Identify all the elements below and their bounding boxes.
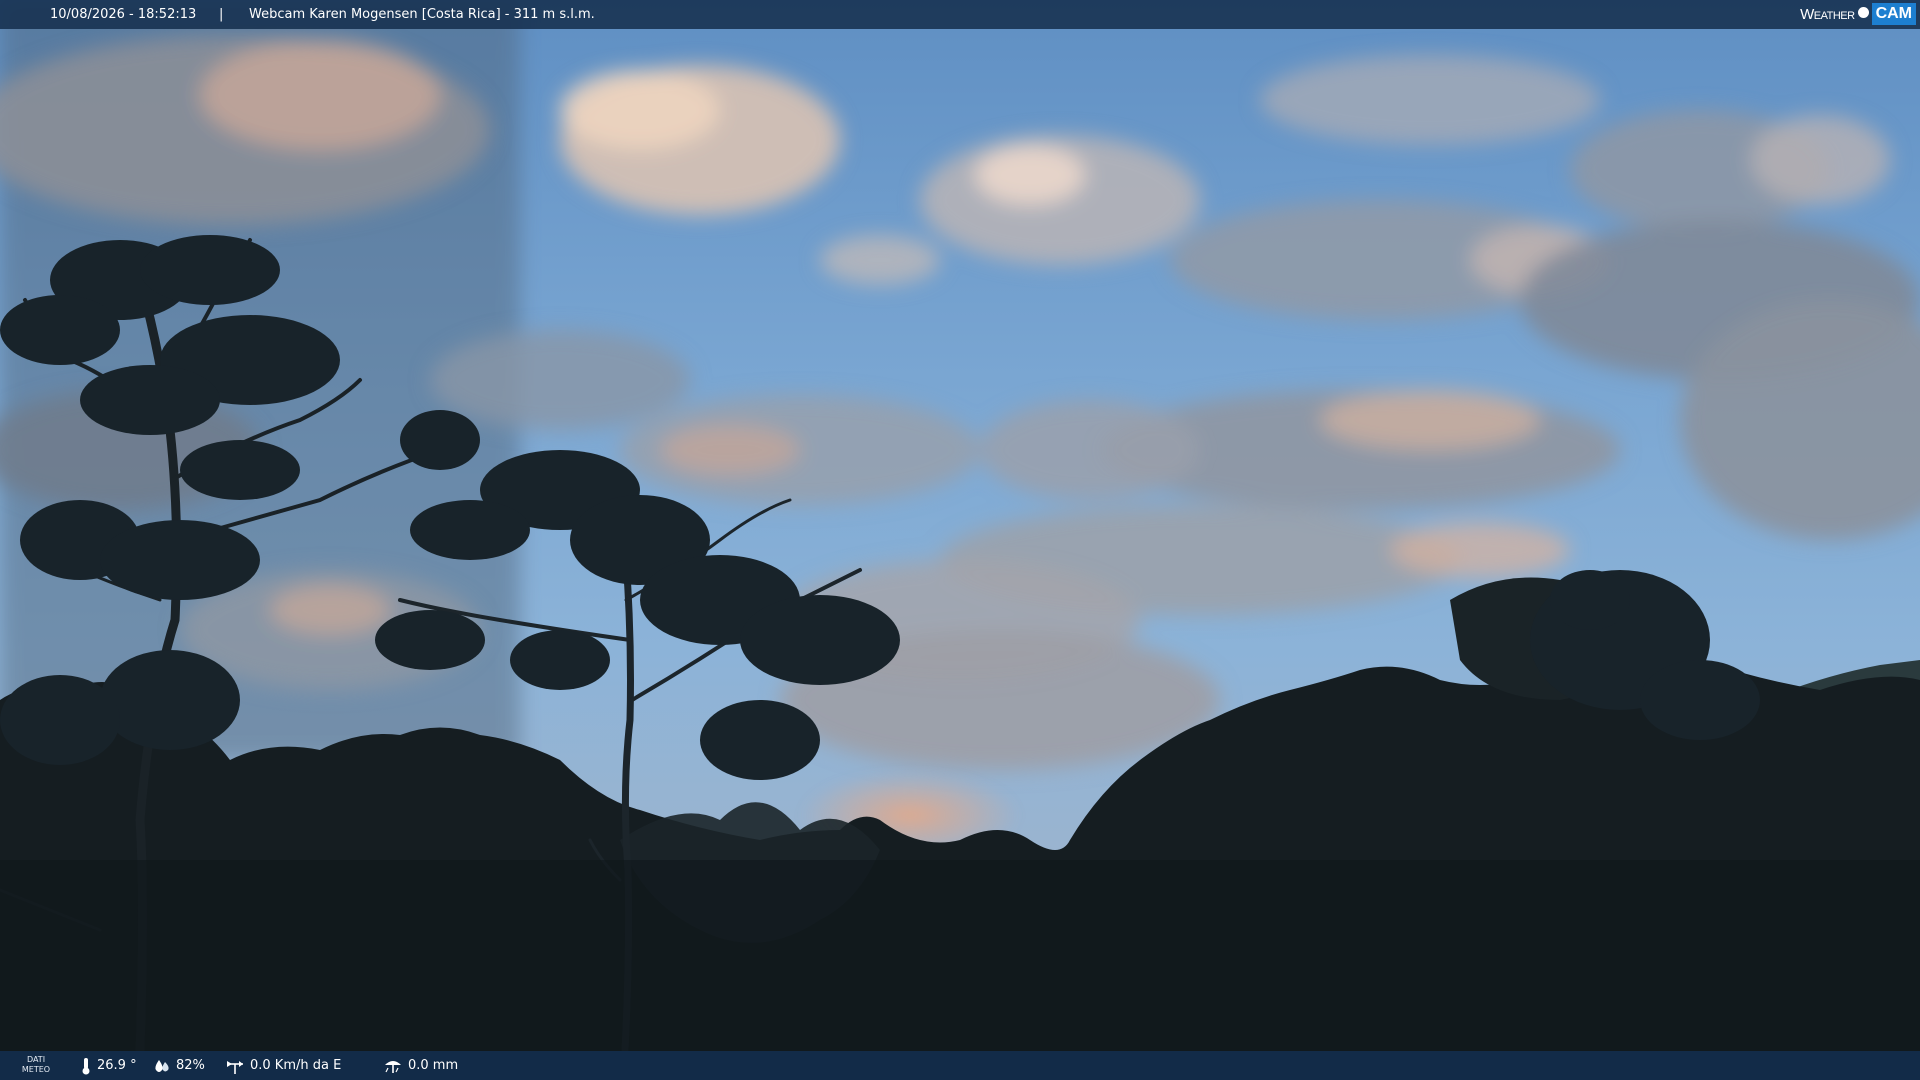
- humidity-reading: 82%: [153, 1051, 205, 1080]
- weathercam-logo[interactable]: Weather CAM: [1800, 3, 1916, 25]
- weather-label-line2: METEO: [21, 1065, 51, 1074]
- webcam-frame: 10/08/2026 - 18:52:13 | Webcam Karen Mog…: [0, 0, 1920, 1080]
- wind-value: 0.0 Km/h da E: [250, 1058, 342, 1073]
- rain-reading: 0.0 mm: [383, 1051, 458, 1080]
- wind-vane-icon: [227, 1060, 243, 1074]
- brand-word: Weather: [1800, 5, 1855, 23]
- wind-reading: 0.0 Km/h da E: [225, 1051, 341, 1080]
- rain-value: 0.0 mm: [408, 1058, 459, 1073]
- temperature-value: 26.9 °: [97, 1058, 137, 1073]
- rain-gauge-icon: [385, 1060, 401, 1073]
- weather-section-label: DATI METEO: [20, 1055, 52, 1075]
- thermometer-icon: [82, 1057, 90, 1074]
- weather-label-line1: DATI: [26, 1055, 46, 1064]
- webcam-image: [0, 0, 1920, 1080]
- humidity-drops-icon: [155, 1059, 169, 1072]
- brand-dot-icon: [1857, 6, 1869, 18]
- camera-title: Webcam Karen Mogensen [Costa Rica] - 311…: [249, 7, 595, 22]
- humidity-value: 82%: [176, 1058, 205, 1073]
- temperature-reading: 26.9 °: [80, 1051, 137, 1080]
- header-bar: 10/08/2026 - 18:52:13 | Webcam Karen Mog…: [0, 0, 1920, 29]
- capture-datetime: 10/08/2026 - 18:52:13: [50, 7, 197, 22]
- weather-bar: DATI METEO 26.9 ° 82% 0.0 Km/h da E 0.0 …: [0, 1051, 1920, 1080]
- brand-cam: CAM: [1871, 3, 1916, 25]
- header-separator: |: [219, 7, 224, 22]
